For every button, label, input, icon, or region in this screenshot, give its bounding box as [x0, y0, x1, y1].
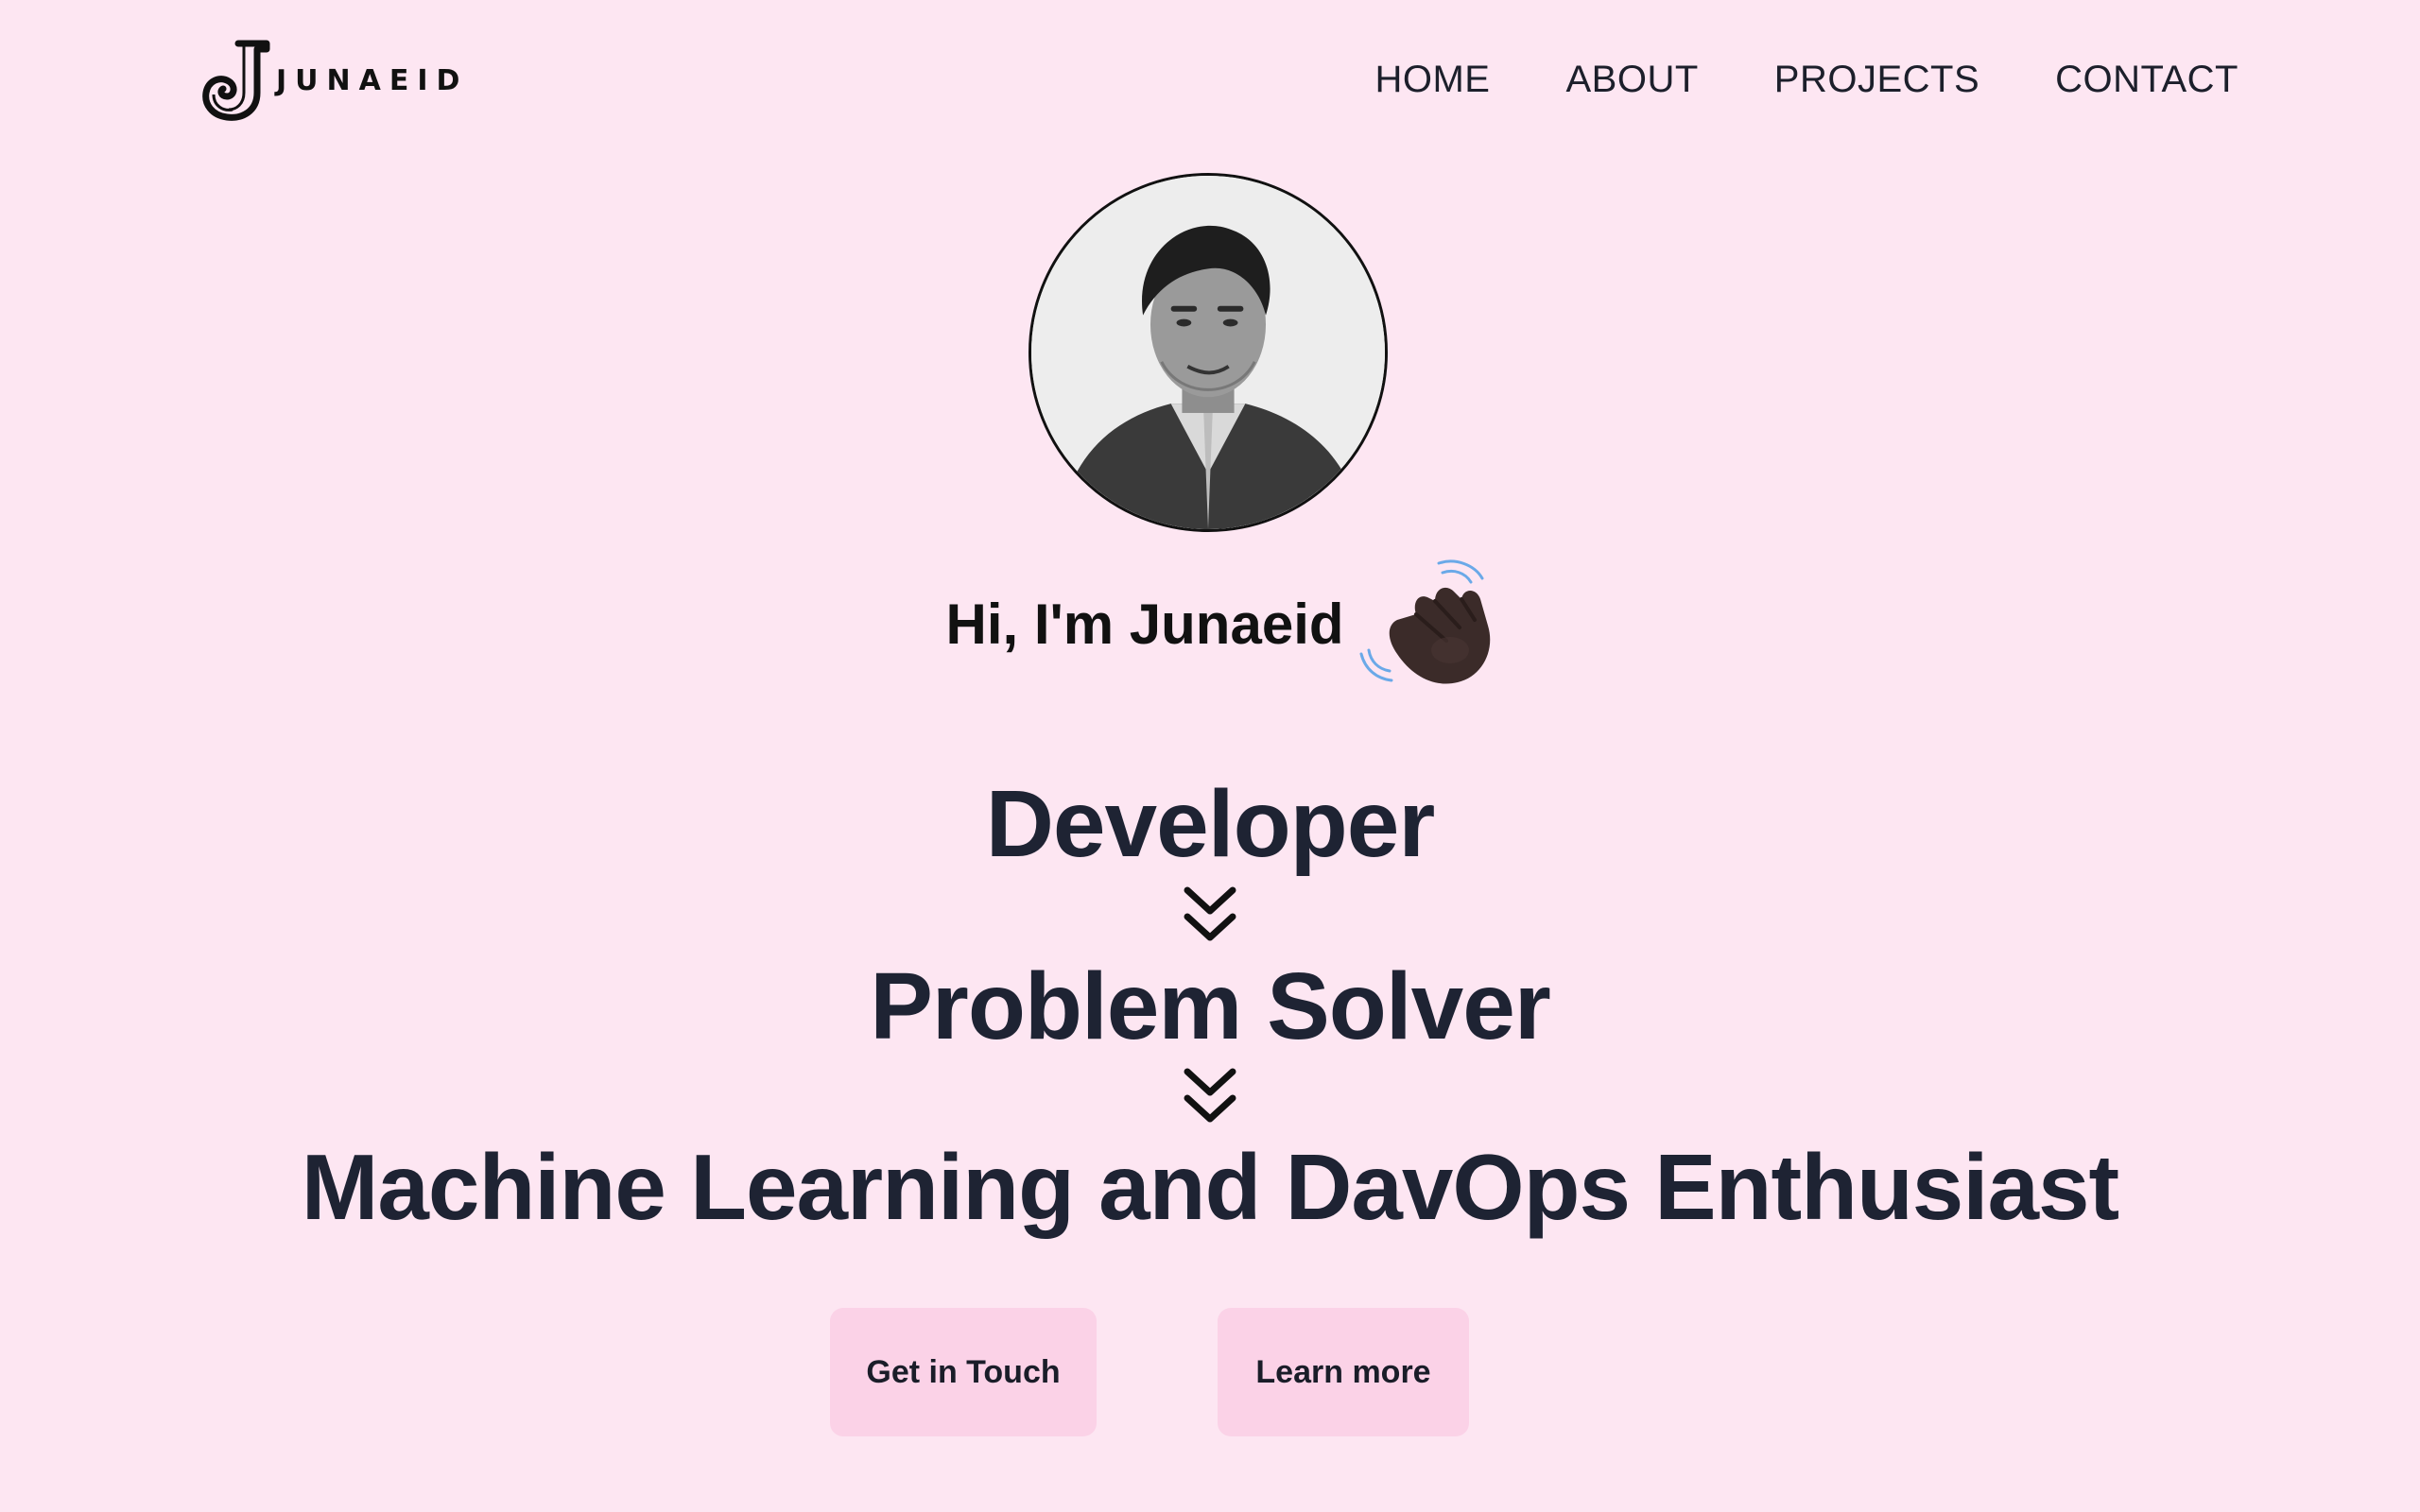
profile-photo [1031, 176, 1385, 529]
profile-avatar [1028, 173, 1388, 532]
site-logo[interactable]: JUNAEID [200, 38, 468, 123]
role-problem-solver: Problem Solver [870, 954, 1551, 1059]
nav-home[interactable]: HOME [1374, 59, 1490, 101]
page: JUNAEID HOME ABOUT PROJECTS CONTACT Hi, … [0, 0, 2420, 1512]
j-monogram-icon [202, 40, 270, 121]
nav-contact[interactable]: CONTACT [2055, 59, 2238, 101]
role-developer: Developer [985, 771, 1436, 877]
greeting-text: Hi, I'm Junaeid [945, 592, 1344, 656]
nav-about[interactable]: ABOUT [1565, 59, 1698, 101]
double-chevron-down-icon [1184, 1068, 1236, 1123]
main-nav: HOME ABOUT PROJECTS CONTACT [1374, 59, 2238, 101]
get-in-touch-button[interactable]: Get in Touch [830, 1308, 1097, 1436]
double-chevron-down-icon [1184, 886, 1236, 941]
waving-hand-icon [1359, 559, 1490, 684]
learn-more-button[interactable]: Learn more [1218, 1308, 1469, 1436]
logo-text: JUNAEID [276, 63, 469, 97]
role-ml-devops: Machine Learning and DavOps Enthusiast [301, 1135, 2119, 1239]
greeting: Hi, I'm Junaeid [13, 559, 2420, 688]
nav-projects[interactable]: PROJECTS [1774, 59, 1979, 101]
